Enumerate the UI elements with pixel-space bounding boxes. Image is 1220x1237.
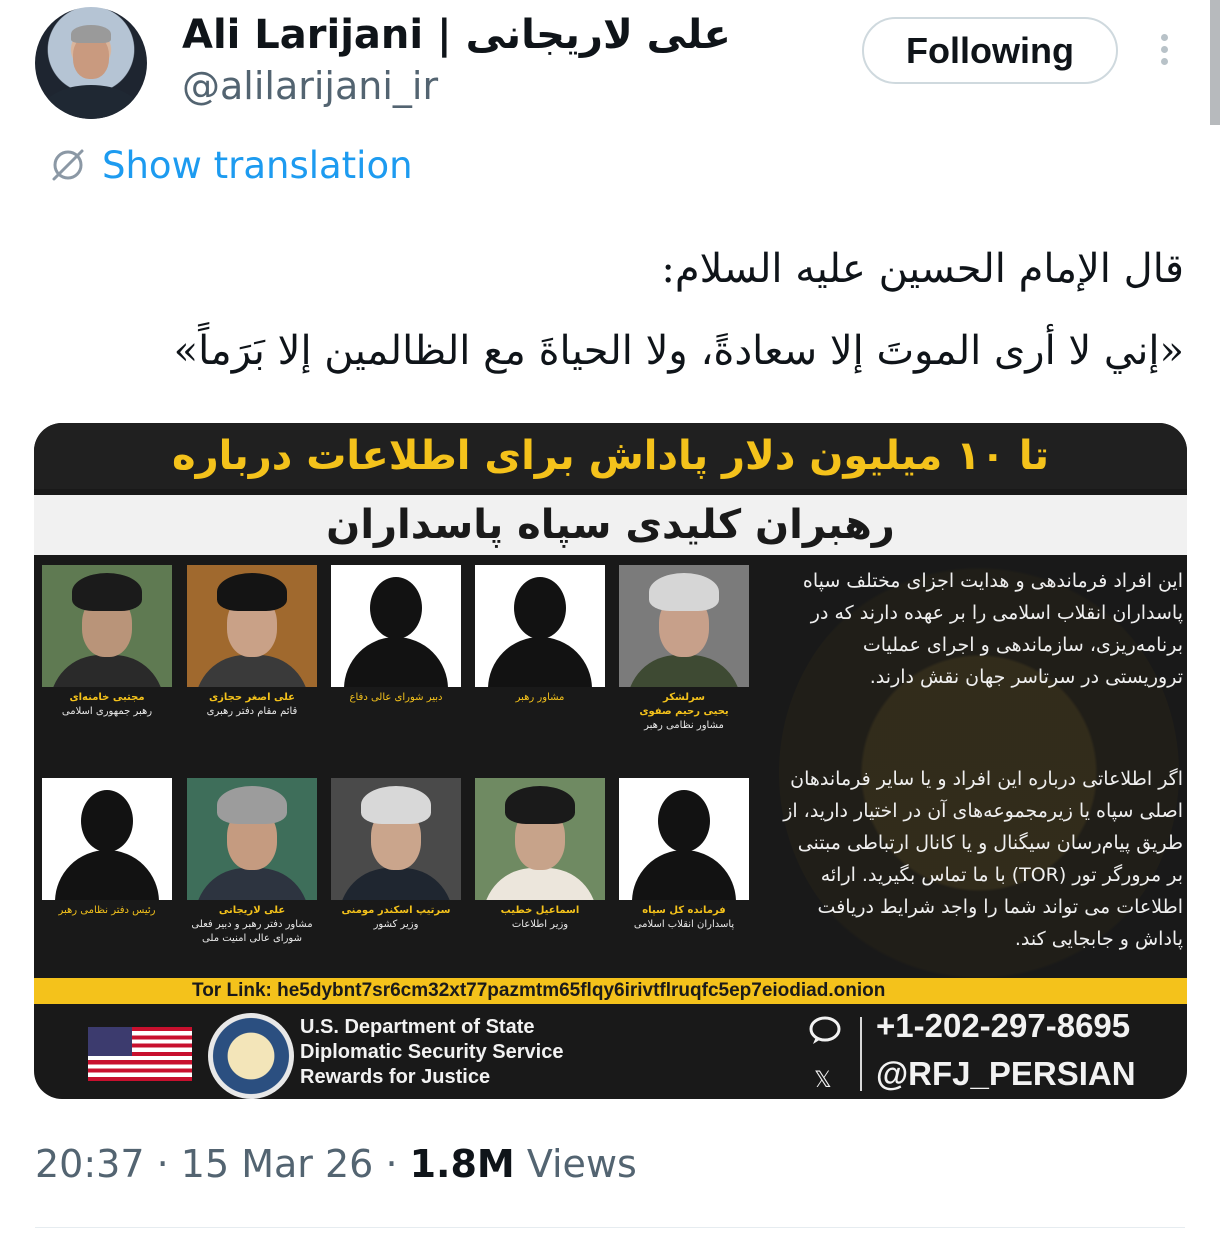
portrait-photo [187, 565, 317, 687]
card-caption: فرمانده کل سپاه پاسداران انقلاب اسلامی [619, 900, 749, 932]
tweet-media-image[interactable]: تا ۱۰ میلیون دلار پاداش برای اطلاعات درب… [34, 423, 1187, 1099]
card-caption: دبیر شورای عالی دفاع [331, 687, 461, 705]
card-role: وزیر اطلاعات [511, 919, 569, 930]
following-button[interactable]: Following [862, 17, 1118, 84]
views-count: 1.8M [409, 1142, 515, 1186]
views-label: Views [526, 1142, 637, 1186]
show-translation-label: Show translation [102, 143, 413, 187]
translate-icon [52, 149, 84, 181]
poster-subhead: رهبران کلیدی سپاه پاسداران [34, 495, 1187, 555]
tweet-time[interactable]: 20:37 [35, 1142, 145, 1186]
scrollbar[interactable] [1210, 0, 1220, 125]
x-logo-icon: 𝕏 [814, 1068, 832, 1093]
card-role: قائم مقام دفتر رهبری [206, 706, 298, 717]
card-caption: رئیس دفتر نظامی رهبر [42, 900, 172, 918]
wanted-card: اسماعیل خطیب وزیر اطلاعات [475, 778, 605, 932]
card-name: اسماعیل خطیب [500, 905, 580, 916]
card-name: علی لاریجانی [218, 905, 286, 916]
card-name: سرلشکر یحیی رحیم صفوی [639, 692, 729, 717]
separator-dot: · [385, 1142, 410, 1186]
state-department-seal-icon [208, 1013, 294, 1099]
signal-chat-icon [809, 1016, 841, 1044]
portrait-photo [619, 565, 749, 687]
card-caption: اسماعیل خطیب وزیر اطلاعات [475, 900, 605, 932]
avatar[interactable] [35, 7, 147, 119]
poster-description: این افراد فرماندهی و هدایت اجزای مختلف س… [802, 570, 1183, 688]
wanted-card: دبیر شورای عالی دفاع [331, 565, 461, 705]
wanted-card: سرلشکر یحیی رحیم صفوی مشاور نظامی رهبر [619, 565, 749, 733]
card-role: دبیر شورای عالی دفاع [349, 692, 443, 703]
more-vertical-icon[interactable] [1152, 30, 1176, 70]
card-role: وزیر کشور [373, 919, 419, 930]
agency-line: U.S. Department of State [300, 1016, 535, 1038]
card-role: مشاور نظامی رهبر [644, 720, 724, 731]
tweet-header: Ali Larijani | علی لاریجانی @alilarijani… [0, 0, 1220, 140]
divider [860, 1017, 862, 1091]
wanted-card: مجتبی خامنه‌ای رهبر جمهوری اسلامی [42, 565, 172, 719]
portrait-photo [475, 778, 605, 900]
card-caption: علی لاریجانی مشاور دفتر رهبر و دبیر فعلی … [187, 900, 317, 946]
show-translation-link[interactable]: Show translation [48, 143, 413, 187]
author-handle[interactable]: @alilarijani_ir [182, 64, 438, 108]
tweet-text-line: قال الإمام الحسين عليه السلام: [661, 246, 1184, 292]
card-caption: مجتبی خامنه‌ای رهبر جمهوری اسلامی [42, 687, 172, 719]
divider [35, 1227, 1185, 1228]
author-display-name[interactable]: Ali Larijani | علی لاریجانی [182, 12, 731, 58]
tweet-text: قال الإمام الحسين عليه السلام: «إني لا أ… [34, 228, 1184, 392]
card-caption: مشاور رهبر [475, 687, 605, 705]
us-flag-icon [88, 1027, 192, 1081]
poster-instructions: اگر اطلاعاتی درباره این افراد و یا سایر … [783, 768, 1183, 950]
social-handle: @RFJ_PERSIAN [876, 1055, 1136, 1092]
wanted-card: فرمانده کل سپاه پاسداران انقلاب اسلامی [619, 778, 749, 932]
agency-line: Rewards for Justice [300, 1066, 491, 1088]
wanted-card: علی اصغر حجازی قائم مقام دفتر رهبری [187, 565, 317, 719]
card-role: رئیس دفتر نظامی رهبر [58, 905, 156, 916]
wanted-card: علی لاریجانی مشاور دفتر رهبر و دبیر فعلی … [187, 778, 317, 946]
card-name: مجتبی خامنه‌ای [69, 692, 145, 703]
silhouette-photo [619, 778, 749, 900]
card-name: علی اصغر حجازی [208, 692, 296, 703]
separator-dot: · [156, 1142, 181, 1186]
card-caption: سرلشکر یحیی رحیم صفوی مشاور نظامی رهبر [619, 687, 749, 733]
card-role: رهبر جمهوری اسلامی [61, 706, 153, 717]
agency-line: Diplomatic Security Service [300, 1041, 564, 1063]
wanted-card: رئیس دفتر نظامی رهبر [42, 778, 172, 918]
tweet-text-line: «إني لا أرى الموتَ إلا سعادةً، ولا الحيا… [173, 328, 1184, 374]
card-role: مشاور رهبر [515, 692, 565, 703]
tweet-date[interactable]: 15 Mar 26 [181, 1142, 374, 1186]
silhouette-photo [331, 565, 461, 687]
silhouette-photo [475, 565, 605, 687]
card-role: پاسداران انقلاب اسلامی [633, 919, 735, 930]
agency-name: U.S. Department of State Diplomatic Secu… [300, 1015, 563, 1090]
tor-link: Tor Link: he5dybnt7sr6cm32xt77pazmtm65fl… [34, 978, 1187, 1004]
card-role: مشاور دفتر رهبر و دبیر فعلی شورای عالی ا… [191, 919, 313, 944]
portrait-photo [42, 565, 172, 687]
poster-headline: تا ۱۰ میلیون دلار پاداش برای اطلاعات درب… [34, 423, 1187, 489]
tweet-meta: 20:37 · 15 Mar 26 · 1.8M Views [35, 1142, 637, 1186]
card-name: فرمانده کل سپاه [642, 905, 726, 916]
portrait-photo [187, 778, 317, 900]
portrait-photo [331, 778, 461, 900]
silhouette-photo [42, 778, 172, 900]
card-caption: علی اصغر حجازی قائم مقام دفتر رهبری [187, 687, 317, 719]
phone-number: +1-202-297-8695 [876, 1007, 1131, 1044]
wanted-card: مشاور رهبر [475, 565, 605, 705]
card-caption: سرتیپ اسکندر مومنی وزیر کشور [331, 900, 461, 932]
card-name: سرتیپ اسکندر مومنی [341, 905, 451, 916]
wanted-card: سرتیپ اسکندر مومنی وزیر کشور [331, 778, 461, 932]
